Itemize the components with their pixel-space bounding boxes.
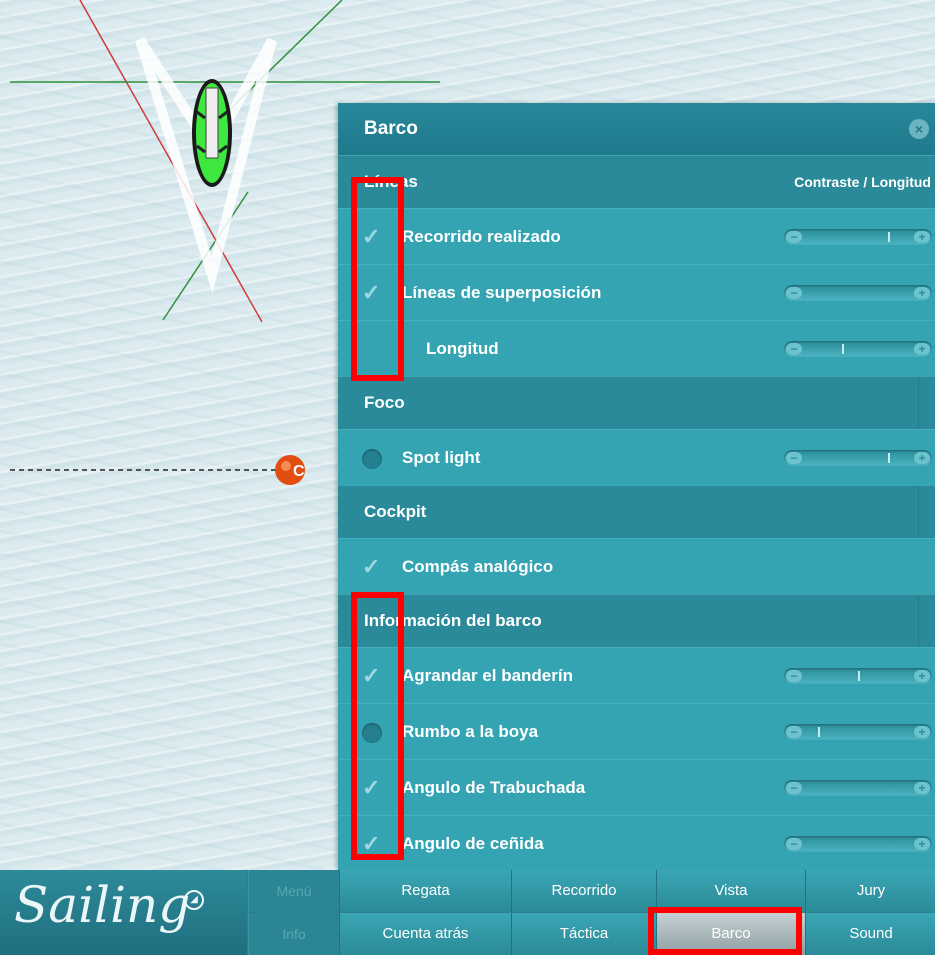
- unchecked-toggle-icon[interactable]: [362, 449, 382, 469]
- minus-icon[interactable]: −: [786, 838, 802, 850]
- side-menu-button[interactable]: Menú: [248, 870, 339, 912]
- highlight-box-info-checks: [351, 592, 404, 860]
- slider-handle[interactable]: [888, 453, 890, 463]
- plus-icon[interactable]: +: [914, 838, 930, 850]
- plus-icon[interactable]: +: [914, 782, 930, 794]
- flag-size-slider[interactable]: − +: [784, 668, 932, 684]
- minus-icon[interactable]: −: [786, 231, 802, 243]
- section-label: Cockpit: [364, 502, 427, 521]
- length-slider[interactable]: − +: [784, 341, 932, 357]
- section-cockpit: Cockpit: [338, 485, 935, 538]
- row-label: Compás analógico: [402, 557, 554, 576]
- section-divider: [918, 595, 919, 647]
- nav-regata[interactable]: Regata: [339, 870, 511, 912]
- plus-icon[interactable]: +: [914, 287, 930, 299]
- compass-logo-icon: ◢: [184, 890, 204, 910]
- minus-icon[interactable]: −: [786, 343, 802, 355]
- row-rumbo-boya[interactable]: Rumbo a la boya − +: [338, 703, 935, 760]
- row-label: Recorrido realizado: [402, 227, 561, 246]
- boat-icon[interactable]: [192, 79, 232, 187]
- plus-icon[interactable]: +: [914, 452, 930, 464]
- row-label: Rumbo a la boya: [402, 722, 539, 741]
- minus-icon[interactable]: −: [786, 452, 802, 464]
- buoy-icon[interactable]: C: [275, 455, 305, 485]
- row-label: Líneas de superposición: [402, 283, 602, 302]
- nav-jury[interactable]: Jury: [805, 870, 935, 912]
- nav-vista[interactable]: Vista: [656, 870, 805, 912]
- row-compas-analogico[interactable]: ✓ Compás analógico: [338, 538, 935, 595]
- side-info-button[interactable]: Info: [248, 913, 339, 955]
- row-label: Angulo de Trabuchada: [402, 778, 586, 797]
- nav-cuenta-atras[interactable]: Cuenta atrás: [339, 913, 511, 955]
- section-label: Foco: [364, 393, 405, 412]
- row-recorrido-realizado[interactable]: ✓ Recorrido realizado − +: [338, 208, 935, 265]
- nav-tactica[interactable]: Táctica: [511, 913, 656, 955]
- slider-handle[interactable]: [858, 671, 860, 681]
- checkmark-icon[interactable]: ✓: [362, 556, 384, 578]
- boat-settings-panel: Barco × Líneas Contraste / Longitud ✓ Re…: [338, 103, 935, 870]
- buoy-label: C: [293, 463, 305, 480]
- highlight-box-barco-tab: [648, 907, 802, 955]
- highlight-box-lineas-checks: [351, 177, 404, 381]
- nav-sound[interactable]: Sound: [805, 913, 935, 955]
- row-label: Longitud: [426, 339, 499, 358]
- panel-header: Barco ×: [338, 103, 935, 155]
- row-angulo-trabuchada[interactable]: ✓ Angulo de Trabuchada − +: [338, 759, 935, 816]
- close-icon[interactable]: ×: [909, 119, 929, 139]
- slider-handle[interactable]: [818, 727, 820, 737]
- row-lineas-superposicion[interactable]: ✓ Líneas de superposición − +: [338, 264, 935, 321]
- row-label: Angulo de ceñida: [402, 834, 544, 853]
- close-hauled-slider[interactable]: − +: [784, 836, 932, 852]
- row-spot-light[interactable]: Spot light − +: [338, 429, 935, 486]
- row-label: Spot light: [402, 448, 481, 467]
- slider-handle[interactable]: [888, 232, 890, 242]
- slider-handle[interactable]: [842, 344, 844, 354]
- sailing-logo: Sailing ◢: [0, 870, 247, 955]
- spotlight-slider[interactable]: − +: [784, 450, 932, 466]
- contrast-slider[interactable]: − +: [784, 229, 932, 245]
- plus-icon[interactable]: +: [914, 343, 930, 355]
- plus-icon[interactable]: +: [914, 231, 930, 243]
- contrast-slider[interactable]: − +: [784, 285, 932, 301]
- minus-icon[interactable]: −: [786, 782, 802, 794]
- minus-icon[interactable]: −: [786, 670, 802, 682]
- gybe-angle-slider[interactable]: − +: [784, 780, 932, 796]
- section-divider: [918, 377, 919, 429]
- nav-recorrido[interactable]: Recorrido: [511, 870, 656, 912]
- section-foco: Foco: [338, 376, 935, 429]
- section-divider: [918, 486, 919, 538]
- minus-icon[interactable]: −: [786, 287, 802, 299]
- section-lineas: Líneas Contraste / Longitud: [338, 155, 935, 208]
- row-angulo-cenida[interactable]: ✓ Angulo de ceñida − +: [338, 815, 935, 870]
- minus-icon[interactable]: −: [786, 726, 802, 738]
- row-longitud[interactable]: Longitud − +: [338, 320, 935, 377]
- bearing-slider[interactable]: − +: [784, 724, 932, 740]
- panel-title: Barco: [364, 118, 418, 139]
- logo-text: Sailing: [14, 876, 191, 934]
- section-informacion-barco: Información del barco: [338, 594, 935, 647]
- row-label: Agrandar el banderín: [402, 666, 573, 685]
- plus-icon[interactable]: +: [914, 670, 930, 682]
- contrast-length-label: Contraste / Longitud: [794, 174, 931, 190]
- row-agrandar-banderin[interactable]: ✓ Agrandar el banderín − +: [338, 647, 935, 704]
- plus-icon[interactable]: +: [914, 726, 930, 738]
